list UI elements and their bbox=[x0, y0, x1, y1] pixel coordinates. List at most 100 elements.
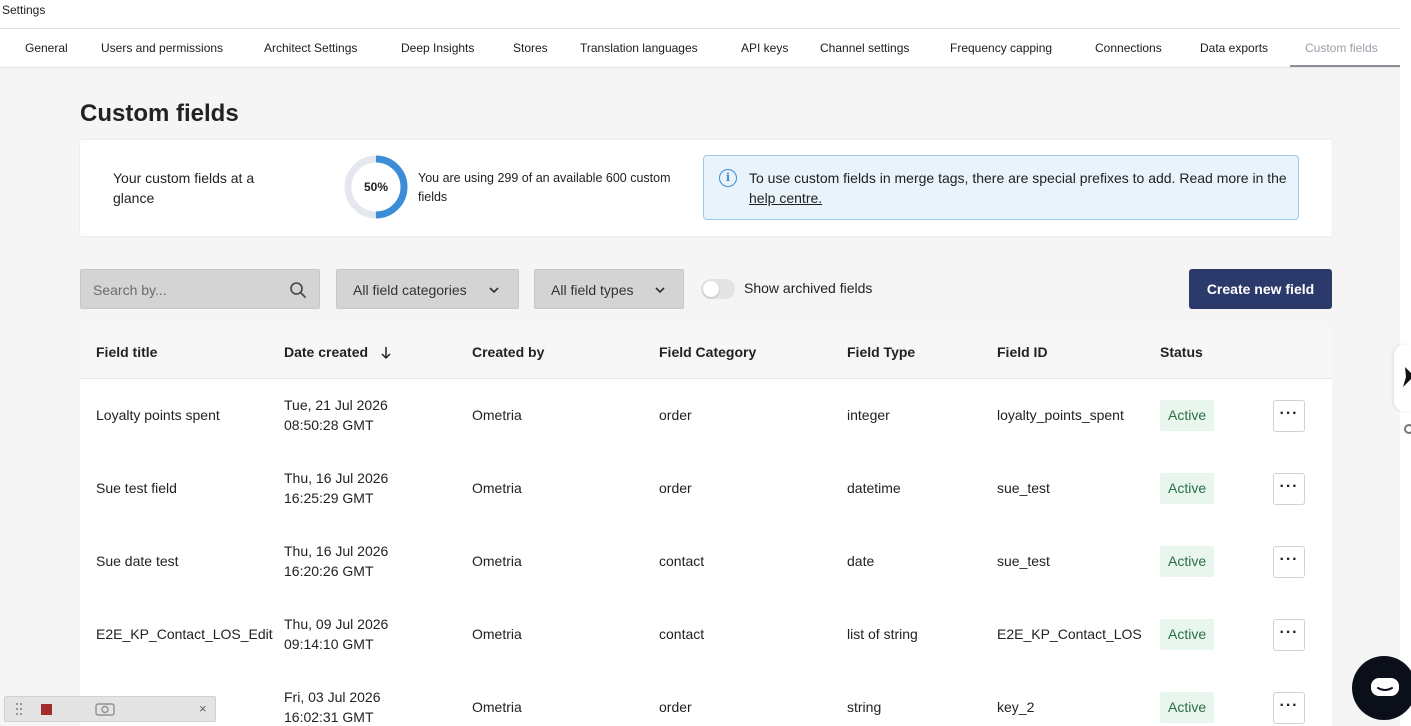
cell-field-title: Loyalty points spent bbox=[96, 407, 220, 423]
screen-recorder-toolbar: × bbox=[4, 696, 216, 722]
close-icon[interactable]: × bbox=[199, 700, 207, 718]
tab-data-exports[interactable]: Data exports bbox=[1200, 29, 1268, 68]
status-badge: Active bbox=[1160, 400, 1215, 431]
active-tab-indicator bbox=[1290, 65, 1401, 67]
tab-connections[interactable]: Connections bbox=[1095, 29, 1162, 68]
cell-created-by: Ometria bbox=[472, 626, 522, 642]
info-banner: i To use custom fields in merge tags, th… bbox=[703, 155, 1299, 220]
info-icon: i bbox=[719, 169, 737, 187]
usage-percent: 50% bbox=[363, 180, 389, 194]
tab-frequency-capping[interactable]: Frequency capping bbox=[950, 29, 1052, 68]
cell-date-created: Thu, 09 Jul 2026 09:14:10 GMT bbox=[284, 614, 388, 654]
tab-deep-insights[interactable]: Deep Insights bbox=[401, 29, 474, 68]
cell-field-category: order bbox=[659, 699, 692, 715]
row-actions-button[interactable]: ··· bbox=[1273, 400, 1305, 432]
cell-field-category: order bbox=[659, 407, 692, 423]
info-text: To use custom fields in merge tags, ther… bbox=[749, 168, 1289, 208]
cell-field-type: datetime bbox=[847, 480, 901, 496]
cell-date-created: Thu, 16 Jul 2026 16:25:29 GMT bbox=[284, 468, 388, 508]
cell-field-type: integer bbox=[847, 407, 890, 423]
cell-field-category: contact bbox=[659, 553, 705, 569]
row-actions-button[interactable]: ··· bbox=[1273, 619, 1305, 651]
table-row[interactable]: E2E_KP_Contact_LOS_Edit Thu, 09 Jul 2026… bbox=[80, 598, 1332, 671]
cell-date: Thu, 16 Jul 2026 bbox=[284, 543, 389, 559]
stop-recording-button[interactable] bbox=[41, 704, 52, 715]
chevron-down-icon bbox=[489, 287, 499, 294]
tab-api-keys[interactable]: API keys bbox=[741, 29, 788, 68]
chat-icon bbox=[1371, 678, 1399, 696]
status-badge: Active bbox=[1160, 619, 1215, 650]
tab-users-and-permissions[interactable]: Users and permissions bbox=[101, 29, 223, 68]
camera-icon[interactable] bbox=[95, 702, 115, 716]
cell-field-id: key_2 bbox=[997, 699, 1035, 715]
field-category-select[interactable]: All field categories bbox=[336, 269, 519, 309]
toggle-knob bbox=[703, 281, 719, 297]
info-message: To use custom fields in merge tags, ther… bbox=[749, 170, 1287, 186]
column-header-status[interactable]: Status bbox=[1160, 327, 1203, 377]
show-archived-toggle[interactable] bbox=[701, 279, 735, 299]
glance-label: Your custom fields at a glance bbox=[113, 170, 255, 206]
cell-field-id: sue_test bbox=[997, 480, 1050, 496]
chevron-down-icon bbox=[655, 287, 665, 294]
tab-stores[interactable]: Stores bbox=[513, 29, 548, 68]
cell-field-id: E2E_KP_Contact_LOS bbox=[997, 626, 1142, 642]
column-header-field-title[interactable]: Field title bbox=[96, 327, 157, 377]
table-row[interactable]: Fri, 03 Jul 2026 16:02:31 GMT Ometria ord… bbox=[80, 671, 1332, 726]
create-new-field-button[interactable]: Create new field bbox=[1189, 269, 1332, 309]
page-title: Custom fields bbox=[80, 100, 239, 127]
help-centre-link[interactable]: help centre. bbox=[749, 190, 822, 206]
usage-text: You are using 299 of an available 600 cu… bbox=[418, 171, 671, 204]
usage-summary-card: Your custom fields at a glance 50% You a… bbox=[80, 140, 1332, 236]
status-badge: Active bbox=[1160, 692, 1215, 723]
row-actions-button[interactable]: ··· bbox=[1273, 692, 1305, 724]
field-type-select[interactable]: All field types bbox=[534, 269, 684, 309]
custom-fields-table: Field title Date created Created by Fiel… bbox=[80, 327, 1332, 726]
row-actions-button[interactable]: ··· bbox=[1273, 473, 1305, 505]
search-placeholder: Search by... bbox=[93, 282, 167, 298]
cell-created-by: Ometria bbox=[472, 407, 522, 423]
status-badge: Active bbox=[1160, 546, 1215, 577]
status-badge: Active bbox=[1160, 473, 1215, 504]
field-type-value: All field types bbox=[551, 282, 634, 298]
tab-architect-settings[interactable]: Architect Settings bbox=[264, 29, 357, 68]
cell-time: 08:50:28 GMT bbox=[284, 417, 374, 433]
drag-handle-icon[interactable] bbox=[15, 702, 23, 716]
cell-field-category: contact bbox=[659, 626, 705, 642]
sort-descending-icon bbox=[381, 347, 391, 360]
cell-field-type: date bbox=[847, 553, 875, 569]
window-title-bar: Settings bbox=[0, 0, 1411, 29]
cell-date-created: Fri, 03 Jul 2026 16:02:31 GMT bbox=[284, 687, 381, 726]
row-actions-button[interactable]: ··· bbox=[1273, 546, 1305, 578]
cell-field-title: E2E_KP_Contact_LOS_Edit bbox=[96, 626, 273, 642]
field-category-value: All field categories bbox=[353, 282, 467, 298]
gear-icon[interactable] bbox=[1403, 423, 1411, 435]
table-row[interactable]: Sue date test Thu, 16 Jul 2026 16:20:26 G… bbox=[80, 525, 1332, 598]
cell-created-by: Ometria bbox=[472, 480, 522, 496]
cell-field-type: string bbox=[847, 699, 882, 715]
cell-field-title: Sue date test bbox=[96, 553, 179, 569]
tab-channel-settings[interactable]: Channel settings bbox=[820, 29, 909, 68]
table-row[interactable]: Sue test field Thu, 16 Jul 2026 16:25:29 … bbox=[80, 452, 1332, 525]
window-title: Settings bbox=[2, 3, 46, 17]
column-header-date-created[interactable]: Date created bbox=[284, 327, 392, 377]
cell-field-id: sue_test bbox=[997, 553, 1050, 569]
show-archived-label: Show archived fields bbox=[744, 280, 873, 296]
tab-custom-fields[interactable]: Custom fields bbox=[1305, 29, 1378, 68]
date-created-label: Date created bbox=[284, 344, 369, 360]
table-header: Field title Date created Created by Fiel… bbox=[80, 327, 1332, 379]
table-row[interactable]: Loyalty points spent Tue, 21 Jul 2026 08:… bbox=[80, 379, 1332, 452]
cell-field-title: Sue test field bbox=[96, 480, 177, 496]
column-header-field-id[interactable]: Field ID bbox=[997, 327, 1048, 377]
side-widget-icon bbox=[1403, 367, 1411, 387]
search-input[interactable]: Search by... bbox=[80, 269, 320, 309]
cell-date: Thu, 16 Jul 2026 bbox=[284, 470, 389, 486]
column-header-field-category[interactable]: Field Category bbox=[659, 327, 756, 377]
tab-general[interactable]: General bbox=[25, 29, 68, 68]
column-header-created-by[interactable]: Created by bbox=[472, 327, 544, 377]
cell-created-by: Ometria bbox=[472, 553, 522, 569]
settings-tab-bar: General Users and permissions Architect … bbox=[0, 29, 1401, 68]
column-header-field-type[interactable]: Field Type bbox=[847, 327, 915, 377]
tab-translation-languages[interactable]: Translation languages bbox=[580, 29, 698, 68]
cell-time: 16:02:31 GMT bbox=[284, 709, 374, 725]
search-icon bbox=[290, 282, 306, 298]
